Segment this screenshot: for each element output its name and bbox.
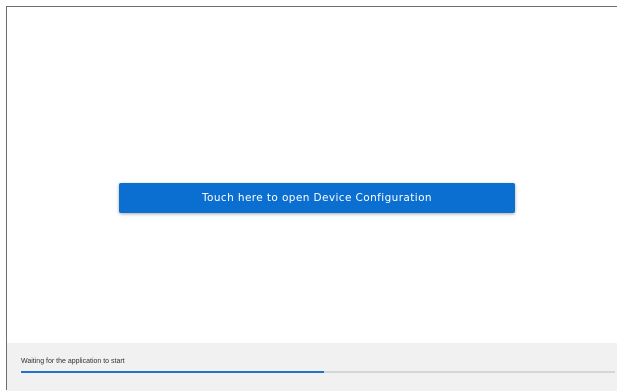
progress-bar-fill (21, 371, 324, 373)
status-message: Waiting for the application to start (21, 358, 125, 365)
open-device-configuration-button[interactable]: Touch here to open Device Configuration (119, 183, 515, 213)
main-content-area: Touch here to open Device Configuration (7, 7, 617, 342)
application-window: Touch here to open Device Configuration … (6, 6, 617, 391)
status-panel: Waiting for the application to start (7, 343, 617, 391)
progress-bar (21, 371, 615, 373)
